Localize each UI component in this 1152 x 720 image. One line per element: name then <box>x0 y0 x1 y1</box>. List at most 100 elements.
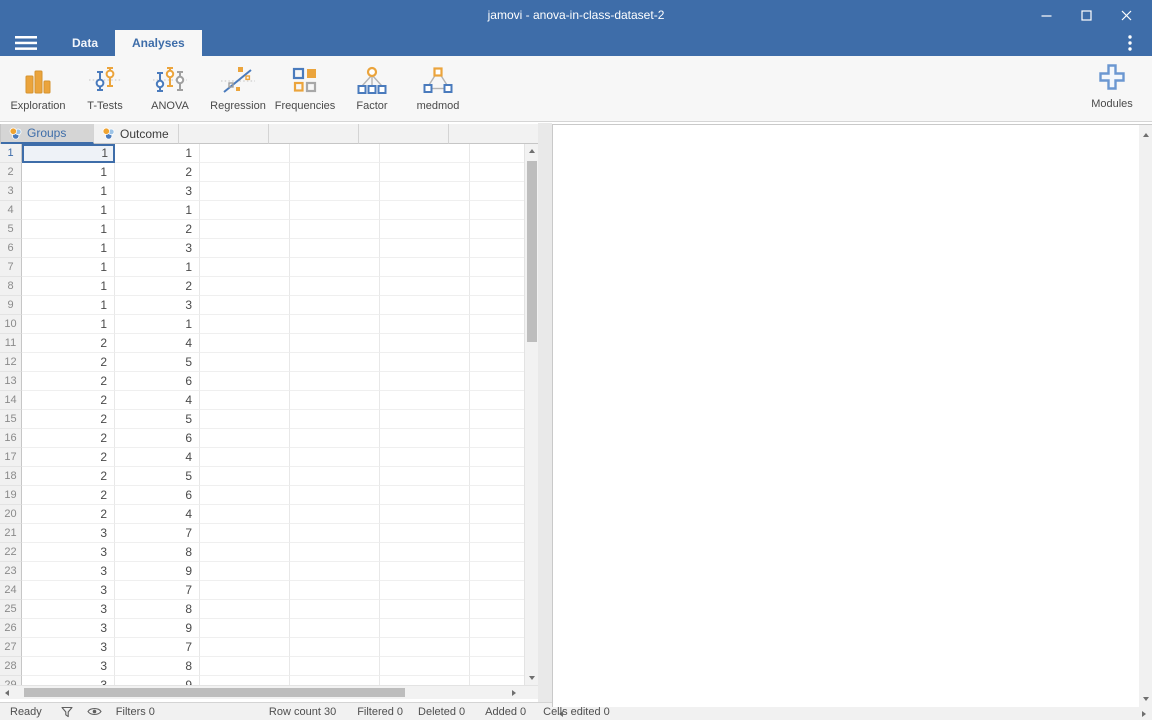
cell-empty[interactable] <box>200 467 290 486</box>
cell-groups[interactable]: 2 <box>22 505 115 524</box>
cell-empty[interactable] <box>380 296 470 315</box>
cell-empty[interactable] <box>200 144 290 163</box>
cell-empty[interactable] <box>380 562 470 581</box>
close-button[interactable] <box>1106 0 1146 30</box>
cell-groups[interactable]: 2 <box>22 467 115 486</box>
cell-empty[interactable] <box>290 163 380 182</box>
cell-groups[interactable]: 1 <box>22 277 115 296</box>
cell-empty[interactable] <box>290 505 380 524</box>
cell-empty[interactable] <box>290 334 380 353</box>
cell-outcome[interactable]: 3 <box>115 182 200 201</box>
cell-empty[interactable] <box>200 315 290 334</box>
cell-groups[interactable]: 1 <box>22 182 115 201</box>
cell-empty[interactable] <box>380 201 470 220</box>
column-header-empty[interactable] <box>449 124 538 144</box>
row-number[interactable]: 3 <box>0 182 22 201</box>
cell-outcome[interactable]: 7 <box>115 581 200 600</box>
row-number[interactable]: 27 <box>0 638 22 657</box>
cell-groups[interactable]: 3 <box>22 600 115 619</box>
cell-empty[interactable] <box>200 239 290 258</box>
cell-groups[interactable]: 3 <box>22 657 115 676</box>
row-number[interactable]: 20 <box>0 505 22 524</box>
column-header-empty[interactable] <box>359 124 449 144</box>
cell-empty[interactable] <box>200 543 290 562</box>
cell-empty[interactable] <box>200 277 290 296</box>
minimize-button[interactable] <box>1026 0 1066 30</box>
cell-empty[interactable] <box>380 410 470 429</box>
cell-groups[interactable]: 2 <box>22 410 115 429</box>
cell-empty[interactable] <box>200 448 290 467</box>
cell-groups[interactable]: 1 <box>22 315 115 334</box>
row-number[interactable]: 5 <box>0 220 22 239</box>
row-number[interactable]: 25 <box>0 600 22 619</box>
scroll-right-button[interactable] <box>1137 707 1150 720</box>
row-number[interactable]: 8 <box>0 277 22 296</box>
eye-icon[interactable] <box>87 706 102 717</box>
cell-empty[interactable] <box>290 220 380 239</box>
row-number[interactable]: 24 <box>0 581 22 600</box>
cell-outcome[interactable]: 1 <box>115 201 200 220</box>
cell-outcome[interactable]: 7 <box>115 524 200 543</box>
main-menu-button[interactable] <box>13 30 39 56</box>
cell-empty[interactable] <box>290 657 380 676</box>
row-number[interactable]: 9 <box>0 296 22 315</box>
cell-groups[interactable]: 3 <box>22 543 115 562</box>
row-number[interactable]: 26 <box>0 619 22 638</box>
cell-empty[interactable] <box>290 277 380 296</box>
ribbon-button-t-tests[interactable]: T-Tests <box>73 56 137 121</box>
row-number[interactable]: 2 <box>0 163 22 182</box>
cell-empty[interactable] <box>200 619 290 638</box>
cell-outcome[interactable]: 4 <box>115 505 200 524</box>
ribbon-button-regression[interactable]: Regression <box>203 56 273 121</box>
cell-empty[interactable] <box>380 391 470 410</box>
row-number[interactable]: 4 <box>0 201 22 220</box>
ribbon-button-exploration[interactable]: Exploration <box>6 56 70 121</box>
cell-groups[interactable]: 1 <box>22 220 115 239</box>
cell-empty[interactable] <box>290 258 380 277</box>
cell-outcome[interactable]: 3 <box>115 296 200 315</box>
cell-outcome[interactable]: 7 <box>115 638 200 657</box>
cell-empty[interactable] <box>290 448 380 467</box>
cell-empty[interactable] <box>290 353 380 372</box>
cell-outcome[interactable]: 4 <box>115 334 200 353</box>
cell-outcome[interactable]: 5 <box>115 467 200 486</box>
scroll-right-button[interactable] <box>507 686 521 699</box>
cell-empty[interactable] <box>290 638 380 657</box>
cell-empty[interactable] <box>200 258 290 277</box>
column-header-empty[interactable] <box>269 124 359 144</box>
cell-empty[interactable] <box>380 277 470 296</box>
row-number[interactable]: 11 <box>0 334 22 353</box>
scroll-left-button[interactable] <box>0 686 14 699</box>
row-number[interactable]: 22 <box>0 543 22 562</box>
cell-empty[interactable] <box>380 676 470 685</box>
cell-empty[interactable] <box>200 429 290 448</box>
cell-empty[interactable] <box>200 657 290 676</box>
row-number[interactable]: 29 <box>0 676 22 685</box>
cell-empty[interactable] <box>290 543 380 562</box>
cell-outcome[interactable]: 4 <box>115 448 200 467</box>
cell-empty[interactable] <box>200 163 290 182</box>
cell-empty[interactable] <box>380 220 470 239</box>
scrollbar-thumb[interactable] <box>24 688 405 697</box>
cell-outcome[interactable]: 9 <box>115 562 200 581</box>
cell-empty[interactable] <box>380 448 470 467</box>
cell-groups[interactable]: 2 <box>22 353 115 372</box>
cell-outcome[interactable]: 8 <box>115 600 200 619</box>
cell-empty[interactable] <box>200 524 290 543</box>
cell-groups[interactable]: 2 <box>22 334 115 353</box>
cell-groups[interactable]: 1 <box>22 296 115 315</box>
ribbon-button-anova[interactable]: ANOVA <box>140 56 200 121</box>
scrollbar-thumb[interactable] <box>527 161 537 342</box>
scroll-down-button[interactable] <box>525 671 538 685</box>
cell-empty[interactable] <box>290 144 380 163</box>
cell-groups[interactable]: 2 <box>22 429 115 448</box>
cell-outcome[interactable]: 9 <box>115 619 200 638</box>
cell-groups[interactable]: 3 <box>22 638 115 657</box>
cell-empty[interactable] <box>380 182 470 201</box>
maximize-button[interactable] <box>1066 0 1106 30</box>
cell-outcome[interactable]: 8 <box>115 543 200 562</box>
cell-empty[interactable] <box>380 657 470 676</box>
column-header-empty[interactable] <box>179 124 269 144</box>
row-number[interactable]: 23 <box>0 562 22 581</box>
cell-empty[interactable] <box>290 239 380 258</box>
